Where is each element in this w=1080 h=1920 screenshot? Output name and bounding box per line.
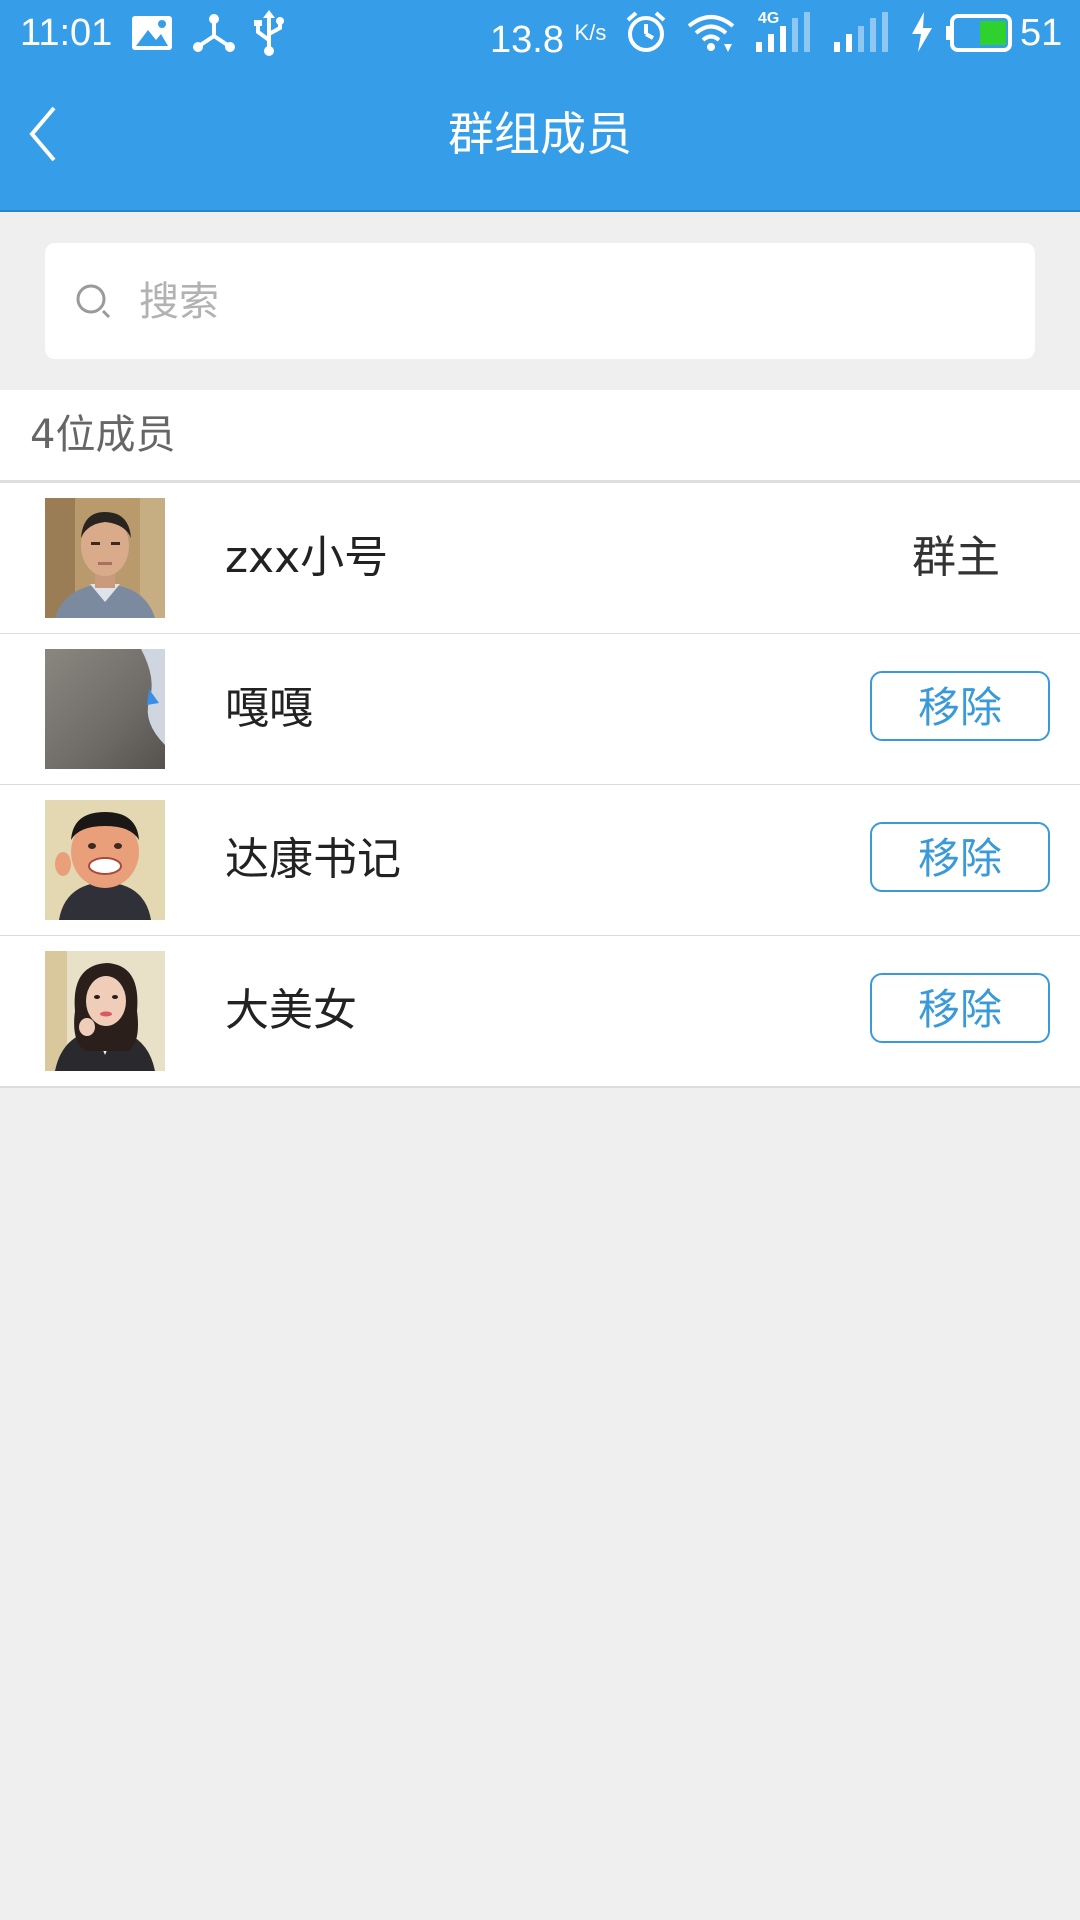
member-row[interactable]: 大美女 移除 <box>0 936 1080 1086</box>
usb-icon <box>252 10 286 60</box>
wifi-icon <box>686 12 736 58</box>
status-time: 11:01 <box>20 12 113 54</box>
network-speed-value: 13.8 <box>490 19 564 61</box>
avatar <box>45 951 165 1071</box>
status-bar: 11:01 13.8 K/s 4G 51 <box>0 0 1080 66</box>
alarm-icon <box>624 10 668 58</box>
member-name: zxx小号 <box>225 532 389 583</box>
app-bar: 群组成员 <box>0 66 1080 212</box>
member-row[interactable]: 达康书记 移除 <box>0 785 1080 936</box>
battery-icon <box>946 14 1014 56</box>
member-role-badge: 群主 <box>912 532 1000 583</box>
battery-percent: 51 <box>1020 12 1063 54</box>
page-title: 群组成员 <box>448 107 632 161</box>
avatar <box>45 498 165 618</box>
member-name: 达康书记 <box>225 834 401 885</box>
network-speed-unit: K/s <box>574 20 607 45</box>
search-input[interactable] <box>137 243 1001 361</box>
network-speed: 13.8 K/s <box>490 10 606 63</box>
member-name: 嘎嘎 <box>225 683 313 734</box>
network-type-label: 4G <box>758 10 780 27</box>
image-icon <box>130 14 174 56</box>
member-row[interactable]: zxx小号 群主 <box>0 483 1080 634</box>
members-count-label: 4位成员 <box>30 412 176 458</box>
member-list: zxx小号 群主 嘎嘎 移除 达康书记 移除 大美女 移除 <box>0 483 1080 1088</box>
remove-member-button[interactable]: 移除 <box>870 973 1050 1043</box>
member-row[interactable]: 嘎嘎 移除 <box>0 634 1080 785</box>
search-icon <box>73 281 117 325</box>
avatar <box>45 649 165 769</box>
avatar <box>45 800 165 920</box>
remove-member-button[interactable]: 移除 <box>870 671 1050 741</box>
members-count-header: 4位成员 <box>0 390 1080 483</box>
signal-icon <box>832 8 892 58</box>
remove-member-button[interactable]: 移除 <box>870 822 1050 892</box>
charging-icon <box>910 12 934 56</box>
member-name: 大美女 <box>225 985 357 1036</box>
share-node-icon <box>192 12 236 58</box>
search-bar[interactable] <box>45 243 1035 361</box>
